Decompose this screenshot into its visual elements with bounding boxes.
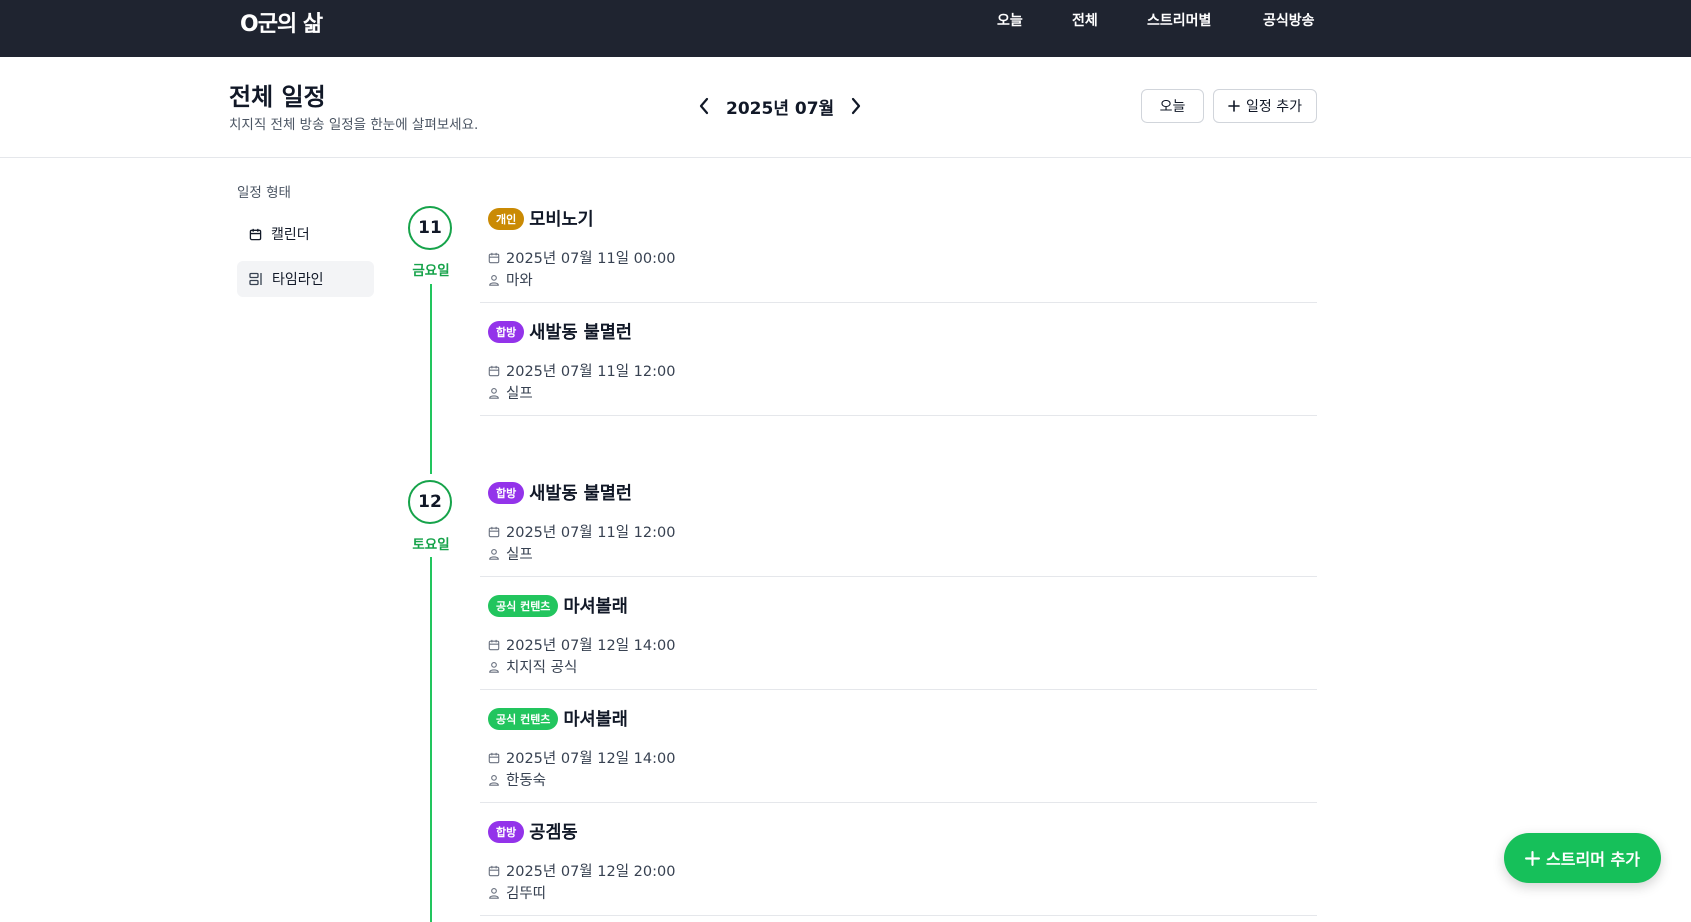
day-weekday: 금요일 [412,263,450,279]
calendar-icon [488,752,500,763]
timeline-line [430,557,432,922]
event-datetime: 2025년 07월 12일 14:00 [506,751,676,767]
event-title: 새발동 불멸런 [529,484,632,504]
timeline-line [430,284,432,474]
chevron-left-icon [699,97,709,115]
next-month-button[interactable] [842,91,870,121]
user-icon [489,774,499,786]
nav-all[interactable]: 전체 [1072,10,1098,30]
user-icon [489,887,499,899]
calendar-icon [249,228,262,240]
chevron-right-icon [852,97,861,115]
event-card[interactable]: 합방 새발동 불멸런 2025년 07월 11일 12:00 실프 [480,464,1317,577]
month-navigator: 2025년 07월 [690,91,870,121]
today-button[interactable]: 오늘 [1141,89,1204,123]
event-card[interactable]: 합방 새발동 불멸런 2025년 07월 11일 12:00 실프 [480,303,1317,416]
event-datetime: 2025년 07월 11일 12:00 [506,525,676,541]
current-month: 2025년 07월 [726,98,835,119]
calendar-icon [488,865,500,876]
event-type-badge: 합방 [488,481,525,504]
user-icon [489,548,499,560]
sidebar-item-label: 타임라인 [272,272,324,288]
event-streamer: 치지직 공식 [506,660,578,676]
add-schedule-button[interactable]: 일정 추가 [1213,89,1317,123]
nav-official[interactable]: 공식방송 [1263,10,1315,30]
sidebar-item-label: 캘린더 [271,227,310,243]
event-datetime: 2025년 07월 12일 14:00 [506,638,676,654]
sidebar-item-calendar[interactable]: 캘린더 [237,216,374,252]
event-datetime: 2025년 07월 12일 20:00 [506,864,676,880]
event-title: 모비노기 [529,210,594,230]
day-number: 12 [408,480,452,524]
page-header: 전체 일정 치지직 전체 방송 일정을 한눈에 살펴보세요. 2025년 07월… [0,57,1691,158]
plus-icon [1228,100,1240,112]
event-type-badge: 공식 컨텐츠 [488,707,559,730]
event-type-badge: 합방 [488,320,525,343]
add-streamer-fab[interactable]: 스트리머 추가 [1504,833,1661,883]
event-card[interactable]: 공식 컨텐츠 마셔볼래 2025년 07월 12일 14:00 한동숙 [480,690,1317,803]
add-schedule-label: 일정 추가 [1246,99,1302,115]
sidebar-item-timeline[interactable]: 타임라인 [237,261,374,297]
event-streamer: 김뚜띠 [506,886,547,902]
event-type-badge: 공식 컨텐츠 [488,594,559,617]
calendar-icon [488,365,500,376]
add-streamer-label: 스트리머 추가 [1546,850,1640,869]
user-icon [489,387,499,399]
prev-month-button[interactable] [690,91,718,121]
user-icon [489,274,499,286]
event-title: 마셔볼래 [563,710,628,730]
plus-icon [1525,850,1541,866]
day-number: 11 [408,206,452,250]
event-card[interactable]: 공식 컨텐츠 마셔볼래 2025년 07월 12일 14:00 치지직 공식 [480,577,1317,690]
brand-logo[interactable]: O군의 삶 [240,6,323,38]
calendar-icon [488,526,500,537]
top-navbar: O군의 삶 오늘 전체 스트리머별 공식방송 [0,0,1691,57]
event-type-badge: 개인 [488,207,525,230]
event-title: 공겜동 [529,823,578,843]
page-subtitle: 치지직 전체 방송 일정을 한눈에 살펴보세요. [229,117,479,133]
calendar-icon [488,639,500,650]
event-card[interactable]: 합방 공겜동 2025년 07월 12일 20:00 김뚜띠 [480,803,1317,916]
event-streamer: 한동숙 [506,773,547,789]
event-streamer: 마와 [506,273,533,289]
nav-today[interactable]: 오늘 [997,10,1023,30]
user-icon [489,661,499,673]
event-streamer: 실프 [506,386,533,402]
event-streamer: 실프 [506,547,533,563]
view-type-heading: 일정 형태 [237,185,291,201]
event-datetime: 2025년 07월 11일 00:00 [506,251,676,267]
timeline-icon [249,272,262,286]
event-title: 마셔볼래 [563,597,628,617]
event-title: 새발동 불멸런 [529,323,632,343]
nav-by-streamer[interactable]: 스트리머별 [1147,10,1211,30]
event-card[interactable]: 개인 모비노기 2025년 07월 11일 00:00 마와 [480,190,1317,303]
event-datetime: 2025년 07월 11일 12:00 [506,364,676,380]
day-weekday: 토요일 [412,537,450,553]
event-type-badge: 합방 [488,820,525,843]
page-title: 전체 일정 [229,83,326,111]
calendar-icon [488,252,500,263]
